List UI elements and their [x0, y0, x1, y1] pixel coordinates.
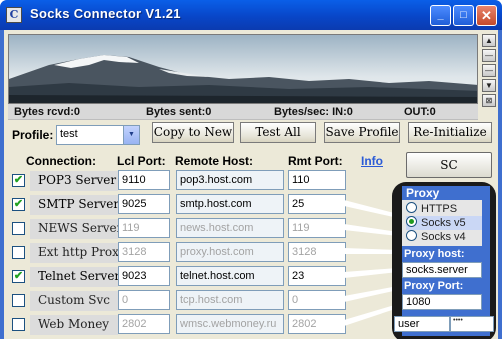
enable-checkbox[interactable]	[12, 246, 25, 259]
table-row: NEWS Server 119 news.host.com 119	[8, 218, 348, 240]
mountain-landscape-illustration	[9, 35, 477, 103]
test-all-button[interactable]: Test All	[240, 122, 316, 143]
remote-port-input[interactable]: 23	[288, 266, 346, 286]
service-name: Web Money	[30, 315, 118, 335]
sc-homepage-button[interactable]: SC HomePage	[406, 152, 492, 196]
service-name: NEWS Server	[30, 219, 118, 239]
scroll-down-icon[interactable]: ▼	[482, 79, 496, 92]
remote-host-input[interactable]: proxy.host.com	[176, 242, 284, 262]
table-row: ✔ SMTP Server 9025 smtp.host.com 25	[8, 194, 348, 216]
remote-port-input[interactable]: 110	[288, 170, 346, 190]
window-title: Socks Connector V1.21	[30, 6, 181, 21]
remote-host-input[interactable]: pop3.host.com	[176, 170, 284, 190]
local-port-input[interactable]: 0	[118, 290, 170, 310]
profile-select-value: test	[60, 128, 78, 140]
remote-host-input[interactable]: smtp.host.com	[176, 194, 284, 214]
enable-checkbox[interactable]	[12, 294, 25, 307]
info-link[interactable]: Info	[361, 154, 383, 168]
proxy-option-label: HTTPS	[421, 203, 458, 215]
enable-checkbox[interactable]	[12, 222, 25, 235]
enable-checkbox[interactable]	[12, 318, 25, 331]
service-name: Telnet Server	[30, 267, 118, 287]
app-icon[interactable]: C	[6, 7, 22, 23]
local-port-input[interactable]: 3128	[118, 242, 170, 262]
bytes-per-sec-out: OUT:0	[404, 106, 436, 118]
client-area: ▲ — — ▼ ⊠ Bytes rcvd:0 Bytes sent:0 Byte…	[4, 30, 498, 339]
proxy-option-label: Socks v5	[421, 217, 466, 229]
local-port-input[interactable]: 9025	[118, 194, 170, 214]
maximize-button[interactable]: □	[453, 5, 474, 26]
local-port-input[interactable]: 9023	[118, 266, 170, 286]
proxy-option-socks-v4[interactable]: Socks v4	[406, 230, 466, 244]
proxy-user-input[interactable]: user	[394, 316, 450, 332]
service-name: POP3 Server	[30, 171, 118, 191]
table-row: ✔ POP3 Server 9110 pop3.host.com 110	[8, 170, 348, 192]
profile-toolbar: Profile: test ▼ Copy to New Test All Sav…	[4, 122, 498, 149]
bytes-received: Bytes rcvd:0	[14, 106, 81, 118]
scroll-up-icon[interactable]: ▲	[482, 34, 496, 47]
table-row: Ext http Proxy 3128 proxy.host.com 3128	[8, 242, 348, 264]
proxy-host-label: Proxy host:	[404, 248, 465, 260]
profile-select[interactable]: test ▼	[56, 125, 140, 145]
remote-port-input[interactable]: 119	[288, 218, 346, 238]
proxy-option-https[interactable]: HTTPS	[406, 202, 457, 216]
app-window: C Socks Connector V1.21 _ □ ✕ ▲ — — ▼ ⊠ …	[0, 0, 502, 339]
option-toggle-icon[interactable]: ⊠	[482, 94, 496, 107]
radio-button-icon[interactable]	[406, 202, 417, 213]
scroll-line-icon[interactable]: —	[482, 64, 496, 77]
proxy-option-socks-v5[interactable]: Socks v5	[406, 216, 482, 230]
proxy-type-options: HTTPS Socks v5 Socks v4	[402, 200, 482, 246]
scroll-line-icon[interactable]: —	[482, 49, 496, 62]
radio-button-icon[interactable]	[406, 230, 417, 241]
title-bar[interactable]: C Socks Connector V1.21 _ □ ✕	[0, 0, 502, 30]
proxy-port-input[interactable]: 1080	[402, 294, 482, 310]
banner-scroll-controls[interactable]: ▲ — — ▼ ⊠	[482, 34, 496, 122]
proxy-option-label: Socks v4	[421, 231, 466, 243]
traffic-stats-bar: Bytes rcvd:0 Bytes sent:0 Bytes/sec: IN:…	[8, 104, 478, 120]
bytes-sent: Bytes sent:0	[146, 106, 212, 118]
rmt-port-header: Rmt Port:	[288, 154, 343, 168]
remote-host-input[interactable]: telnet.host.com	[176, 266, 284, 286]
remote-host-input[interactable]: tcp.host.com	[176, 290, 284, 310]
local-port-input[interactable]: 119	[118, 218, 170, 238]
table-row: Custom Svc 0 tcp.host.com 0	[8, 290, 348, 312]
profile-label: Profile:	[12, 128, 54, 142]
remote-host-input[interactable]: news.host.com	[176, 218, 284, 238]
save-profile-button[interactable]: Save Profile	[324, 122, 400, 143]
remote-host-header: Remote Host:	[175, 154, 254, 168]
service-name: Ext http Proxy	[30, 243, 118, 263]
table-row: Web Money 2802 wmsc.webmoney.ru 2802	[8, 314, 348, 336]
minimize-button[interactable]: _	[430, 5, 451, 26]
decorative-stripes	[344, 200, 398, 326]
remote-host-input[interactable]: wmsc.webmoney.ru	[176, 314, 284, 334]
proxy-host-input[interactable]: socks.server	[402, 262, 482, 278]
reinitialize-button[interactable]: Re-Initialize	[408, 122, 492, 143]
enable-checkbox[interactable]: ✔	[12, 174, 25, 187]
chevron-down-icon[interactable]: ▼	[123, 126, 139, 144]
radio-button-selected-icon[interactable]	[406, 216, 417, 227]
proxy-title: Proxy	[406, 186, 440, 200]
lcl-port-header: Lcl Port:	[117, 154, 166, 168]
remote-port-input[interactable]: 0	[288, 290, 346, 310]
local-port-input[interactable]: 2802	[118, 314, 170, 334]
proxy-port-label: Proxy Port:	[404, 280, 464, 292]
table-row: ✔ Telnet Server 9023 telnet.host.com 23	[8, 266, 348, 288]
service-name: Custom Svc	[30, 291, 118, 311]
enable-checkbox[interactable]: ✔	[12, 270, 25, 283]
copy-to-new-button[interactable]: Copy to New	[152, 122, 234, 143]
connection-header: Connection:	[26, 154, 96, 168]
local-port-input[interactable]: 9110	[118, 170, 170, 190]
enable-checkbox[interactable]: ✔	[12, 198, 25, 211]
remote-port-input[interactable]: 25	[288, 194, 346, 214]
proxy-password-input[interactable]: ••••	[450, 316, 494, 332]
bytes-per-sec-in: Bytes/sec: IN:0	[274, 106, 353, 118]
close-button[interactable]: ✕	[476, 5, 497, 26]
mountain-banner-image	[8, 34, 478, 104]
remote-port-input[interactable]: 3128	[288, 242, 346, 262]
service-name: SMTP Server	[30, 195, 118, 215]
remote-port-input[interactable]: 2802	[288, 314, 346, 334]
